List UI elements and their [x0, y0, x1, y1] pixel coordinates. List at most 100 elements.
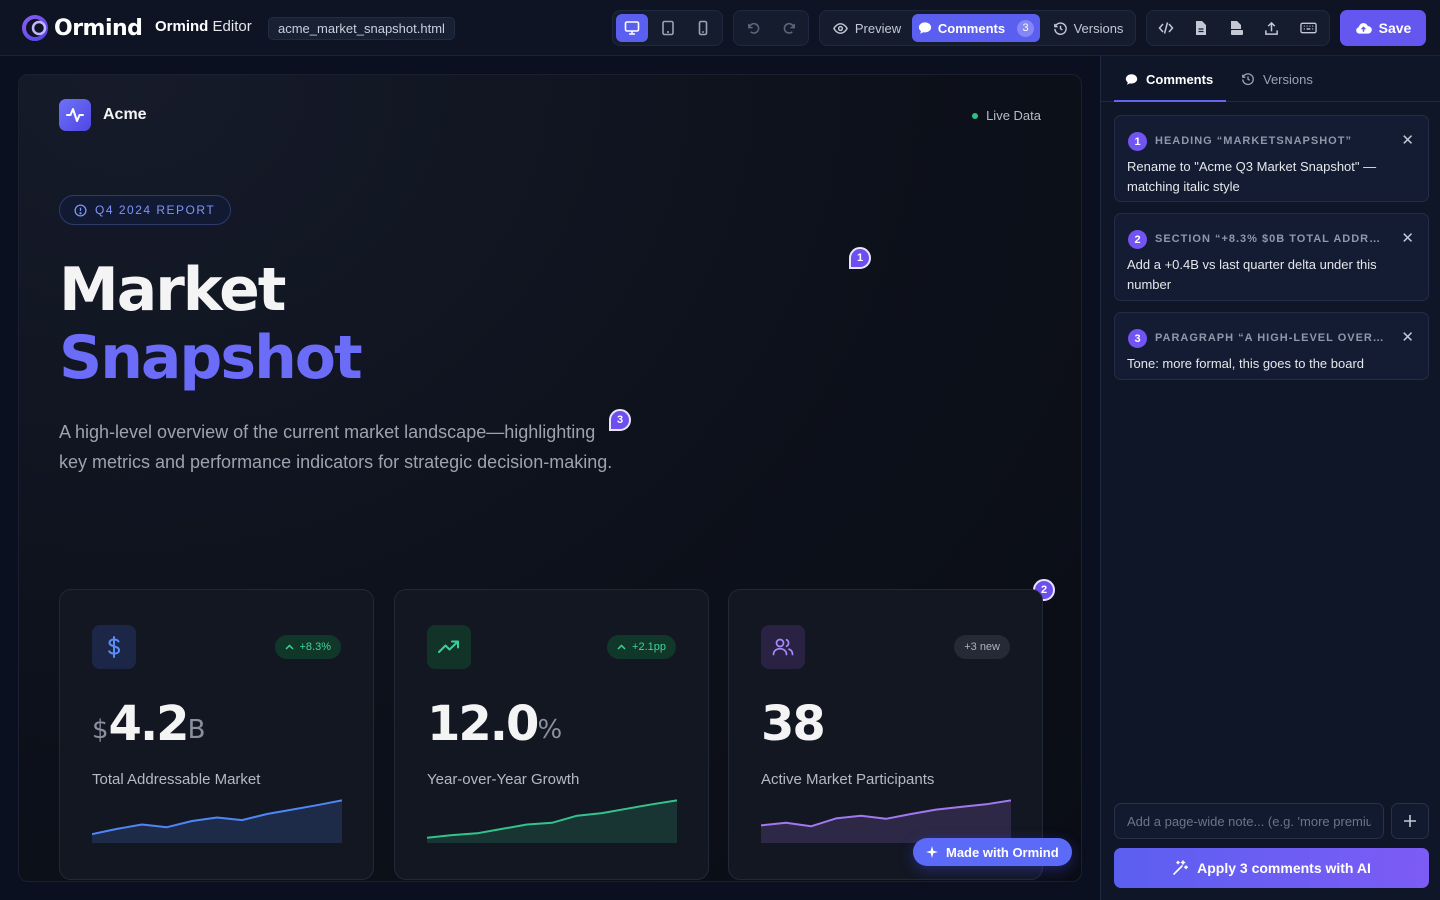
delta-value: +8.3%: [299, 641, 332, 653]
magic-wand-icon: [1173, 860, 1189, 875]
comment-card-2[interactable]: 2 SECTION “+8.3% $0B TOTAL ADDRESSABLE M…: [1114, 213, 1429, 301]
activity-icon: [59, 99, 91, 131]
live-data-label: Live Data: [986, 108, 1041, 123]
comment-text: Add a +0.4B vs last quarter delta under …: [1127, 257, 1377, 292]
tools-group: [1146, 10, 1330, 46]
versions-button[interactable]: Versions: [1044, 14, 1132, 42]
versions-label: Versions: [1073, 20, 1124, 36]
metric-card-market-size[interactable]: +8.3% $ 4.2 B Total Addressable Market: [59, 589, 374, 880]
sparkline-chart: [427, 799, 677, 843]
export-pdf-button[interactable]: [1220, 14, 1252, 42]
code-icon: [1158, 22, 1174, 34]
redo-icon: [783, 22, 795, 34]
export-file-button[interactable]: [1185, 14, 1217, 42]
delta-value: +3 new: [964, 641, 1000, 653]
delta-badge: +2.1pp: [607, 635, 676, 659]
metric-prefix: $: [92, 715, 109, 745]
comment-target: SECTION “+8.3% $0B TOTAL ADDRESSABLE MAR…: [1155, 233, 1387, 245]
logo-wordmark: Ormind: [54, 15, 143, 41]
page-note-input[interactable]: [1114, 803, 1384, 839]
desktop-mode-button[interactable]: [616, 14, 648, 42]
dollar-icon: [92, 625, 136, 669]
upload-icon: [1264, 21, 1278, 35]
undo-button[interactable]: [737, 14, 769, 42]
info-icon: [74, 203, 87, 217]
tablet-icon: [662, 20, 674, 36]
delta-badge: +8.3%: [274, 635, 341, 659]
sparkle-icon: [926, 846, 938, 858]
chevron-up-icon: [284, 644, 294, 650]
metric-value: 38: [761, 698, 826, 750]
mobile-mode-button[interactable]: [687, 14, 719, 42]
comment-marker-1[interactable]: 1: [849, 247, 871, 269]
comment-target: HEADING “MARKETSNAPSHOT”: [1155, 135, 1352, 147]
comment-number: 2: [1128, 230, 1147, 249]
code-view-button[interactable]: [1150, 14, 1182, 42]
file-icon: [1196, 21, 1206, 35]
live-data-indicator: Live Data: [972, 108, 1041, 123]
app-logo[interactable]: Ormind: [22, 14, 143, 42]
pdf-file-icon: [1230, 21, 1243, 35]
editor-title-brand: Ormind: [155, 18, 209, 35]
tab-comments[interactable]: Comments: [1125, 56, 1213, 102]
comments-panel: Comments Versions 1 HEADING “MARKETSNAPS…: [1100, 56, 1440, 900]
comment-target: PARAGRAPH “A HIGH-LEVEL OVERVIEW OF THE …: [1155, 332, 1387, 344]
keyboard-shortcuts-button[interactable]: [1291, 14, 1325, 42]
hero-title-line2[interactable]: Snapshot: [59, 323, 363, 393]
brand-name: Acme: [103, 106, 147, 123]
metric-label: Year-over-Year Growth: [427, 771, 580, 788]
users-icon: [761, 625, 805, 669]
save-button[interactable]: Save: [1340, 10, 1426, 46]
preview-label: Preview: [854, 20, 902, 36]
lead-paragraph[interactable]: A high-level overview of the current mar…: [59, 417, 619, 477]
report-badge[interactable]: Q4 2024 REPORT: [59, 195, 232, 225]
eye-icon: [833, 22, 848, 34]
trending-up-icon: [427, 625, 471, 669]
share-button[interactable]: [1255, 14, 1287, 42]
delta-value: +2.1pp: [632, 641, 666, 653]
phone-icon: [698, 20, 708, 36]
comment-text: Rename to "Acme Q3 Market Snapshot" — ma…: [1127, 159, 1377, 194]
close-icon[interactable]: ✕: [1401, 229, 1414, 247]
preview-button[interactable]: Preview: [824, 14, 910, 42]
save-label: Save: [1378, 20, 1412, 36]
comments-count-badge: 3: [1017, 19, 1035, 37]
comment-card-3[interactable]: 3 PARAGRAPH “A HIGH-LEVEL OVERVIEW OF TH…: [1114, 312, 1429, 380]
tab-versions[interactable]: Versions: [1241, 56, 1313, 102]
apply-comments-button[interactable]: Apply 3 comments with AI: [1114, 848, 1429, 888]
add-note-button[interactable]: [1391, 803, 1429, 839]
comments-button[interactable]: Comments 3: [912, 14, 1040, 42]
plus-icon: [1404, 815, 1416, 827]
comment-card-1[interactable]: 1 HEADING “MARKETSNAPSHOT” ✕ Rename to "…: [1114, 115, 1429, 202]
tablet-mode-button[interactable]: [652, 14, 684, 42]
device-mode-group: [612, 10, 723, 46]
made-with-ormind-badge[interactable]: Made with Ormind: [913, 838, 1072, 866]
made-with-label: Made with Ormind: [946, 844, 1059, 860]
metric-card-growth[interactable]: +2.1pp 12.0 % Year-over-Year Growth: [394, 589, 709, 880]
monitor-icon: [624, 21, 640, 35]
page-brand: Acme: [59, 99, 147, 131]
panel-tabs: Comments Versions: [1101, 56, 1440, 102]
cloud-upload-icon: [1355, 23, 1372, 34]
metric-number: 4.2: [108, 696, 190, 752]
undo-icon: [747, 22, 759, 34]
metric-card-participants[interactable]: +3 new 38 Active Market Participants: [728, 589, 1043, 880]
comment-number: 1: [1128, 132, 1147, 151]
history-icon: [1242, 73, 1254, 86]
page-note-row: [1114, 803, 1429, 839]
metric-label: Active Market Participants: [761, 771, 935, 788]
comment-text: Tone: more formal, this goes to the boar…: [1127, 356, 1365, 371]
apply-comments-label: Apply 3 comments with AI: [1197, 860, 1371, 876]
keyboard-icon: [1299, 22, 1317, 34]
close-icon[interactable]: ✕: [1401, 131, 1414, 149]
file-name-chip[interactable]: acme_market_snapshot.html: [268, 17, 455, 40]
active-tab-indicator: [1114, 100, 1226, 102]
hero-title-line1[interactable]: Market: [59, 255, 286, 325]
comments-label: Comments: [937, 20, 1006, 36]
history-group: [733, 10, 809, 46]
comment-marker-3[interactable]: 3: [609, 409, 631, 431]
close-icon[interactable]: ✕: [1401, 328, 1414, 346]
metric-unit: B: [187, 715, 206, 745]
metric-value: 12.0 %: [427, 698, 562, 750]
redo-button[interactable]: [773, 14, 805, 42]
